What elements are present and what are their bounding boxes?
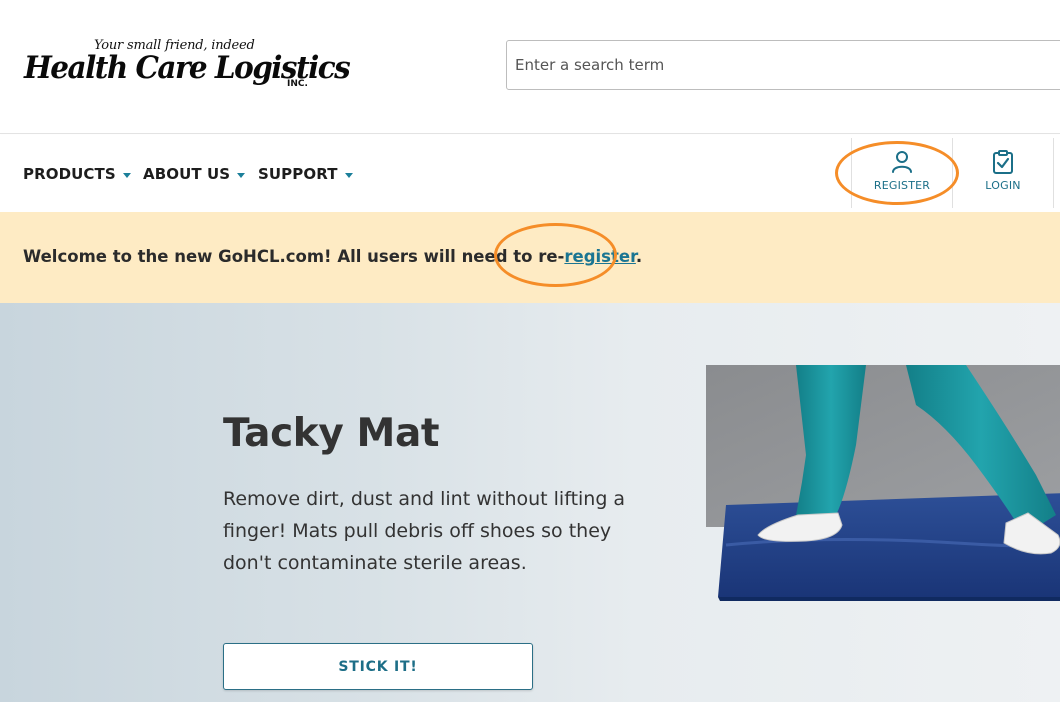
- site-header: Your small friend, indeed Health Care Lo…: [0, 0, 1060, 134]
- site-logo[interactable]: Your small friend, indeed Health Care Lo…: [24, 38, 351, 96]
- main-nav: PRODUCTS ABOUT US SUPPORT REGISTER LOGIN: [0, 135, 1060, 212]
- register-label: REGISTER: [873, 179, 931, 192]
- announcement-banner: Welcome to the new GoHCL.com! All users …: [0, 212, 1060, 303]
- nav-item-support[interactable]: SUPPORT: [258, 164, 353, 184]
- nav-item-products[interactable]: PRODUCTS: [23, 164, 131, 184]
- user-icon: [892, 151, 912, 173]
- nav-divider: [1053, 138, 1054, 208]
- nav-item-label: ABOUT US: [143, 165, 231, 183]
- login-button[interactable]: LOGIN: [952, 138, 1053, 208]
- caret-down-icon: [122, 172, 131, 178]
- search-input[interactable]: [506, 40, 1060, 90]
- login-label: LOGIN: [985, 179, 1021, 192]
- hero-description: Remove dirt, dust and lint without lifti…: [223, 488, 626, 574]
- caret-down-icon: [237, 172, 246, 178]
- banner-text-end: .: [635, 247, 643, 266]
- stick-it-button[interactable]: STICK IT!: [223, 643, 533, 690]
- tacky-mat-image: [706, 365, 1060, 601]
- clipboard-check-icon: [993, 150, 1013, 174]
- hero-section: Tacky Mat Remove dirt, dust and lint wit…: [0, 303, 1060, 702]
- nav-item-about-us[interactable]: ABOUT US: [143, 164, 246, 184]
- register-button[interactable]: REGISTER: [851, 138, 952, 208]
- caret-down-icon: [344, 172, 353, 178]
- logo-suffix: INC.: [287, 79, 308, 89]
- register-link[interactable]: register: [564, 247, 635, 266]
- banner-text: Welcome to the new GoHCL.com! All users …: [23, 247, 565, 266]
- nav-item-label: PRODUCTS: [23, 165, 116, 183]
- banner-message: Welcome to the new GoHCL.com! All users …: [23, 247, 642, 266]
- nav-item-label: SUPPORT: [258, 165, 338, 183]
- hero-title: Tacky Mat: [223, 411, 440, 456]
